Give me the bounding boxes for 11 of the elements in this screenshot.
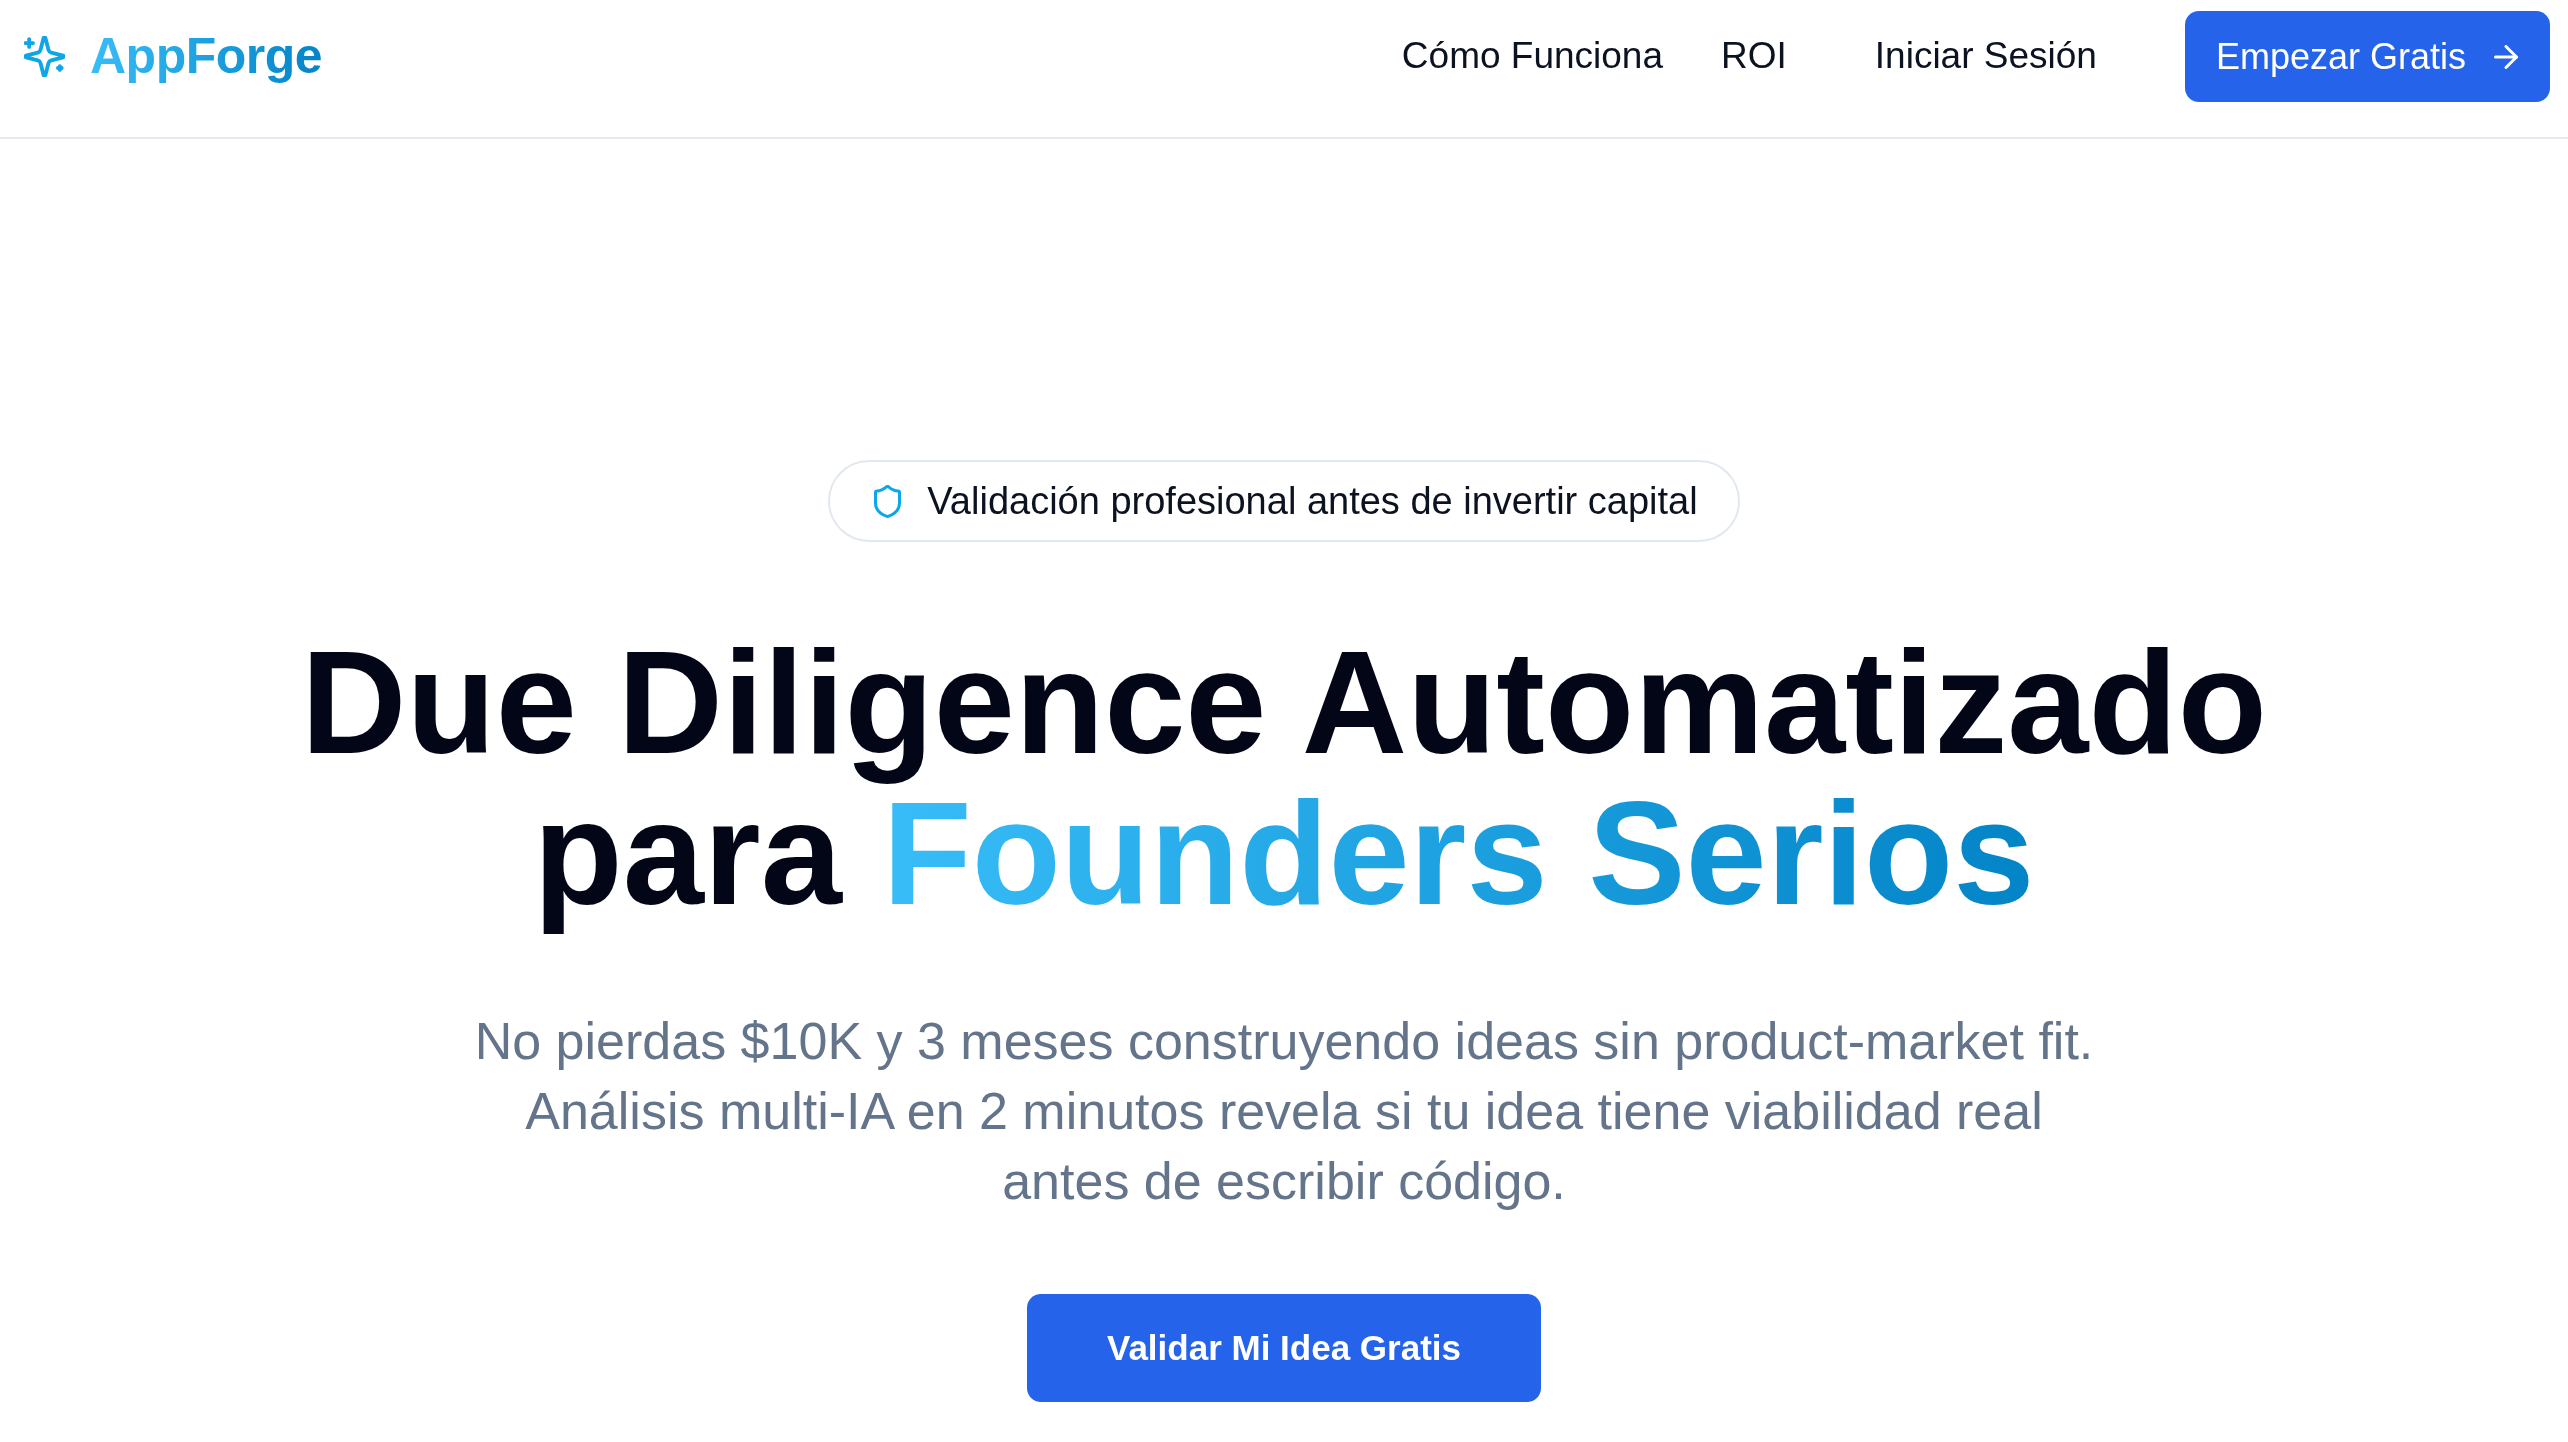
start-free-button[interactable]: Empezar Gratis: [2184, 11, 2550, 102]
subtitle: No pierdas $10K y 3 meses construyendo ideas sin product-market fit. Análisis multi-IA en 2 minutos revela si tu idea tiene viabilidad real antes de escribir código.: [473, 1011, 2095, 1212]
validate-idea-button[interactable]: Validar Mi Idea Gratis: [1026, 1294, 1541, 1402]
nav-link[interactable]: Cómo Funciona: [1401, 34, 1664, 79]
badge-text: Validación profesional antes de invertir capital: [927, 479, 1698, 523]
arrow-right-icon: [2494, 44, 2518, 69]
sparkles-icon: [24, 36, 65, 77]
login-link[interactable]: Iniciar Sesión: [1874, 34, 2097, 79]
nav-link[interactable]: ROI: [1721, 34, 1787, 79]
headline: Due Diligence Automatizado para Founders Serios: [300, 620, 2268, 937]
shield-icon: [874, 484, 902, 518]
